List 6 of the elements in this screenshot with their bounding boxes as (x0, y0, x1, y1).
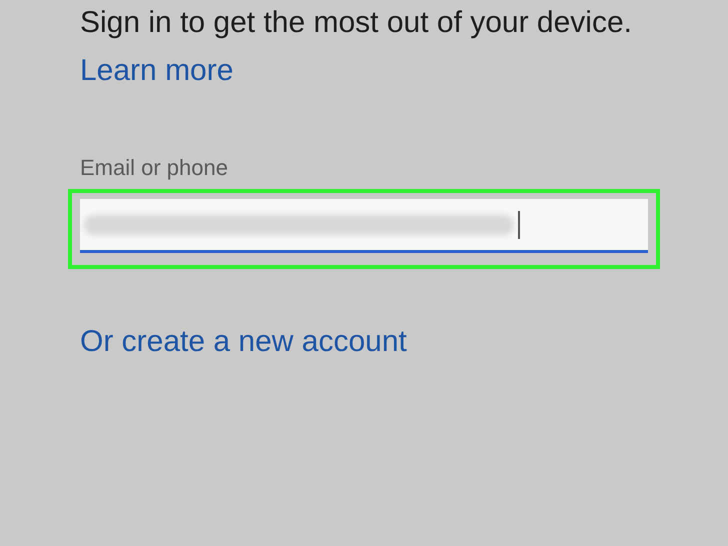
field-label: Email or phone (80, 155, 228, 181)
create-account-link[interactable]: Or create a new account (80, 325, 407, 359)
learn-more-link[interactable]: Learn more (80, 54, 234, 87)
email-field[interactable] (80, 199, 648, 253)
text-cursor (518, 210, 520, 238)
intro-text: Sign in to get the most out of your device. Learn more (80, 5, 633, 89)
